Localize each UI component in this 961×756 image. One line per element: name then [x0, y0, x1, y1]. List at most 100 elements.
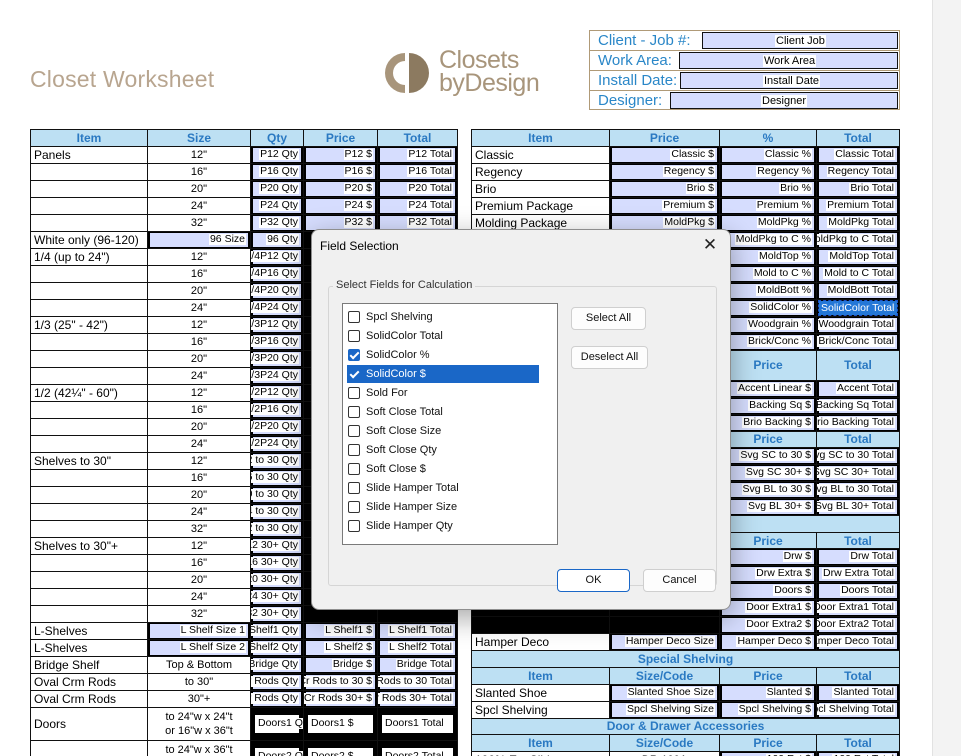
qty-field[interactable]: 1/2P16 Qty	[251, 402, 301, 417]
qty-field[interactable]: S12 to 30 Qty	[251, 453, 301, 468]
qty-field[interactable]: S32 30+ Qty	[251, 606, 301, 621]
percent-field[interactable]: Woodgrain %	[722, 317, 814, 332]
percent-field[interactable]: MoldBott %	[722, 283, 814, 298]
qty-field[interactable]: S20 30+ Qty	[251, 572, 301, 587]
percent-field[interactable]: MoldTop %	[722, 249, 814, 264]
qty-field[interactable]: 1/3P16 Qty	[251, 334, 301, 349]
size-field[interactable]: L Shelf Size 2	[150, 640, 248, 655]
cancel-button[interactable]: Cancel	[643, 569, 716, 592]
field-list-item[interactable]: Slide Hamper Total	[347, 479, 539, 497]
qty-field[interactable]: 96 Qty	[253, 232, 301, 247]
work-area-field[interactable]: Work Area	[679, 52, 898, 69]
qty-field[interactable]: 1/3P12 Qty	[251, 317, 301, 332]
door-qty-field[interactable]: Doors1 Qty	[255, 714, 303, 733]
price-field[interactable]: MoldPkg $	[612, 215, 717, 230]
field-list-item[interactable]: Spcl Shelving	[347, 308, 539, 326]
price-field[interactable]: Brio $	[612, 181, 717, 196]
qty-field[interactable]: L Shelf2 Qty	[251, 640, 301, 655]
qty-field[interactable]: P32 Qty	[253, 215, 301, 230]
qty-field[interactable]: 1/4P24 Qty	[251, 300, 301, 315]
drawer-price-field[interactable]: Drw $	[722, 550, 814, 565]
svg-field[interactable]: Svg SC to 30 Total	[817, 449, 897, 464]
drawer-price-field[interactable]: Drw Extra $	[722, 567, 814, 582]
client-job-field[interactable]: Client Job	[702, 32, 898, 49]
field-checkbox[interactable]	[348, 311, 360, 323]
svg-field[interactable]: Svg SC 30+ Total	[817, 466, 897, 481]
solidcolor-total-field-selected[interactable]: SolidColor Total	[818, 300, 898, 316]
field-list-item[interactable]: Slide Hamper Size	[347, 498, 539, 516]
door-total-field[interactable]: Doors1 Total	[382, 714, 453, 733]
drawer-price-field[interactable]: Door Extra1 $	[722, 601, 814, 616]
field-checkbox[interactable]	[348, 501, 360, 513]
field-checkbox[interactable]	[348, 349, 360, 361]
qty-field[interactable]: L Shelf1 Qty	[251, 623, 301, 638]
drawer-price-field[interactable]: Door Extra2 $	[722, 618, 814, 633]
qty-field[interactable]: 1/3P24 Qty	[251, 368, 301, 383]
field-list-item[interactable]: SolidColor %	[347, 346, 539, 364]
field-checkbox[interactable]	[348, 482, 360, 494]
field-list-item[interactable]: Slide Hamper Qty	[347, 517, 539, 535]
hamper-size-field[interactable]: Hamper Deco Size	[612, 635, 717, 650]
total-field[interactable]: OCr Rods 30+ Total	[378, 691, 455, 706]
total-field[interactable]: Premium Total	[819, 198, 897, 213]
field-list-item[interactable]: SolidColor $	[347, 365, 539, 383]
qty-field[interactable]: S32 to 30 Qty	[251, 521, 301, 536]
close-icon[interactable]: ✕	[698, 234, 722, 256]
percent-field[interactable]: Mold to C %	[722, 266, 814, 281]
field-checkbox[interactable]	[348, 406, 360, 418]
special-price-field[interactable]: Spcl Shelving $	[722, 702, 814, 717]
price-field[interactable]: L Shelf2 $	[306, 640, 375, 655]
qty-field[interactable]: 1/4P12 Qty	[251, 249, 301, 264]
qty-field[interactable]: P16 Qty	[253, 164, 301, 179]
qty-field[interactable]: 1/2P12 Qty	[251, 385, 301, 400]
total-field[interactable]: Bridge Total	[380, 657, 455, 672]
field-checkbox[interactable]	[348, 368, 360, 380]
field-checkbox[interactable]	[348, 387, 360, 399]
total-field[interactable]: Brick/Conc Total	[817, 334, 897, 349]
qty-field[interactable]: S12 30+ Qty	[251, 538, 301, 553]
qty-field[interactable]: 1/3P20 Qty	[251, 351, 301, 366]
field-checkbox[interactable]	[348, 425, 360, 437]
svg-field[interactable]: Svg SC 30+ $	[722, 466, 814, 481]
door-qty-field[interactable]: Doors2 Qty	[255, 747, 303, 756]
price-field[interactable]: Regency $	[612, 164, 717, 179]
price-field[interactable]: Premium $	[612, 198, 717, 213]
qty-field[interactable]: S24 to 30 Qty	[251, 504, 301, 519]
total-field[interactable]: Backing Sq Total	[817, 398, 897, 413]
qty-field[interactable]: Bridge Qty	[251, 657, 301, 672]
field-list-item[interactable]: SolidColor Total	[347, 327, 539, 345]
drawer-total-field[interactable]: Door Extra1 Total	[817, 601, 897, 616]
qty-field[interactable]: 1/4P20 Qty	[251, 283, 301, 298]
drawer-total-field[interactable]: Drw Extra Total	[819, 567, 897, 582]
special-size-field[interactable]: Spcl Shelving Size	[612, 702, 717, 717]
svg-field[interactable]: Svg BL 30+ $	[722, 500, 814, 515]
qty-field[interactable]: S16 30+ Qty	[251, 555, 301, 570]
size-field[interactable]: L Shelf Size 1	[150, 623, 248, 638]
qty-field[interactable]: 1/2P20 Qty	[251, 419, 301, 434]
drawer-price-field[interactable]: Doors $	[722, 584, 814, 599]
total-field[interactable]: P12 Total	[380, 147, 455, 162]
price-field[interactable]: P12 $	[306, 147, 375, 162]
drawer-total-field[interactable]: Drw Total	[819, 550, 897, 565]
percent-field[interactable]: Brio %	[722, 181, 814, 196]
total-field[interactable]: Classic Total	[819, 147, 897, 162]
percent-field[interactable]: Brick/Conc %	[722, 334, 814, 349]
price-field[interactable]: Accent Linear $	[722, 381, 814, 396]
percent-field[interactable]: Premium %	[722, 198, 814, 213]
special-size-field[interactable]: Slanted Shoe Size	[612, 685, 717, 700]
total-field[interactable]: MoldTop Total	[819, 249, 897, 264]
total-field[interactable]: Brio Total	[819, 181, 897, 196]
drawer-total-field[interactable]: Doors Total	[819, 584, 897, 599]
total-field[interactable]: P20 Total	[380, 181, 455, 196]
percent-field[interactable]: MoldPkg to C %	[722, 232, 814, 247]
price-field[interactable]: P20 $	[306, 181, 375, 196]
total-field[interactable]: P24 Total	[380, 198, 455, 213]
door-price-field[interactable]: Doors1 $	[308, 714, 373, 733]
total-field[interactable]: L Shelf2 Total	[380, 640, 455, 655]
field-checkbox[interactable]	[348, 520, 360, 532]
percent-field[interactable]: SolidColor %	[722, 300, 814, 315]
size-field[interactable]: 96 Size	[150, 232, 248, 247]
qty-field[interactable]: S16 to 30 Qty	[251, 470, 301, 485]
field-list[interactable]: Spcl Shelving SolidColor Total SolidColor …	[342, 303, 558, 545]
field-checkbox[interactable]	[348, 444, 360, 456]
